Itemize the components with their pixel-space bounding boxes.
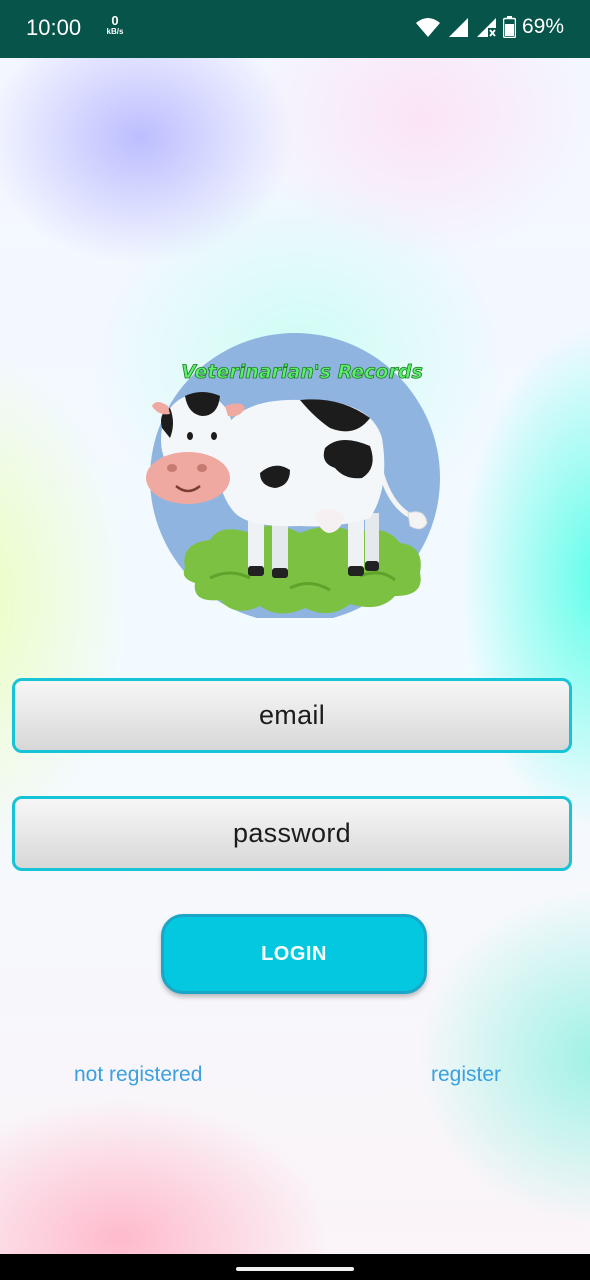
not-registered-label: not registered bbox=[74, 1063, 203, 1086]
login-screen: Veterinarian's Records email password LO… bbox=[0, 58, 590, 1254]
status-bar: 10:00 0 kB/s 4 69% bbox=[0, 0, 590, 58]
email-field[interactable]: email bbox=[12, 678, 572, 753]
battery-percent: 69% bbox=[521, 15, 564, 38]
network-speed-unit: kB/s bbox=[106, 27, 124, 36]
logo-title: Veterinarian's Records bbox=[181, 361, 423, 383]
battery-icon bbox=[502, 16, 516, 38]
app-logo: Veterinarian's Records bbox=[146, 333, 440, 618]
home-gesture-handle[interactable] bbox=[236, 1267, 354, 1271]
signal-no-data-icon bbox=[476, 18, 496, 37]
wifi-icon: 4 bbox=[415, 18, 440, 37]
password-field[interactable]: password bbox=[12, 796, 572, 871]
svg-text:4: 4 bbox=[432, 28, 437, 37]
status-icons: 4 69% bbox=[415, 15, 564, 39]
status-time: 10:00 bbox=[26, 15, 82, 40]
network-speed-value: 0 bbox=[111, 13, 119, 28]
navigation-bar bbox=[0, 1254, 590, 1280]
register-link[interactable]: register bbox=[431, 1063, 501, 1087]
network-speed: 0 kB/s bbox=[102, 14, 128, 36]
login-button[interactable]: LOGIN bbox=[161, 914, 427, 994]
signal-icon bbox=[448, 18, 468, 37]
